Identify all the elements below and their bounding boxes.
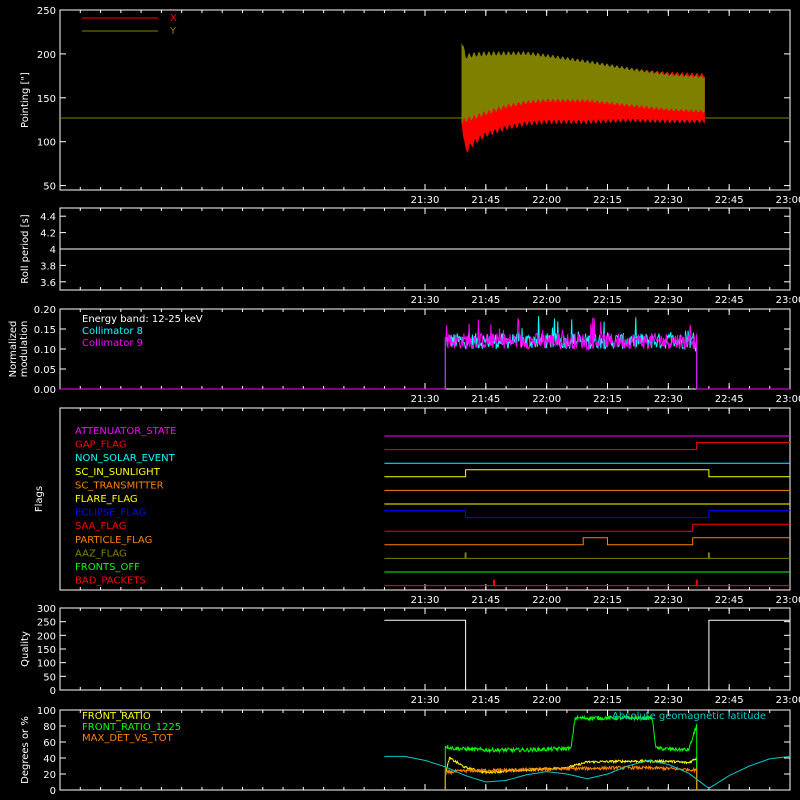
pointing-y-axis-label: Pointing ["] xyxy=(20,72,31,128)
flags-x-tick-label: 22:15 xyxy=(593,595,622,606)
ratios-y-axis-label: Degrees or % xyxy=(20,716,31,784)
modulation-x-tick-label: 22:30 xyxy=(654,394,683,405)
pointing-y-tick-label: 150 xyxy=(37,94,56,105)
pointing-x-tick-label: 23:00 xyxy=(776,195,800,206)
ratio-legend-geomagnetic-latitude: Absolute geomagnetic latitude xyxy=(612,711,766,722)
roll-x-tick-label: 21:30 xyxy=(411,295,440,306)
ratio-legend-front-ratio-1225: FRONT_RATIO_1225 xyxy=(82,722,181,733)
quality-y-tick-label: 250 xyxy=(37,618,56,629)
quality-x-tick-label: 23:00 xyxy=(776,695,800,706)
modulation-x-tick-label: 22:00 xyxy=(532,394,561,405)
quality-y-tick-label: 200 xyxy=(37,631,56,642)
ratios-y-tick-label: 60 xyxy=(43,738,56,749)
flag-label-aaz-flag: AAZ_FLAG xyxy=(75,548,127,559)
modulation-y-tick-label: 0.00 xyxy=(34,385,56,396)
quality-y-tick-label: 0 xyxy=(50,686,56,697)
pointing-y-tick-label: 250 xyxy=(37,6,56,17)
ratios-y-tick-label: 100 xyxy=(37,706,56,717)
modulation-x-tick-label: 21:30 xyxy=(411,394,440,405)
pointing-x-tick-label: 22:30 xyxy=(654,195,683,206)
quality-y-tick-label: 100 xyxy=(37,659,56,670)
quality-y-tick-label: 150 xyxy=(37,645,56,656)
roll-x-tick-label: 22:00 xyxy=(532,295,561,306)
quality-y-tick-label: 50 xyxy=(43,672,56,683)
quality-y-tick-label: 300 xyxy=(37,604,56,615)
roll-y-tick-label: 3.8 xyxy=(40,261,56,272)
flags-x-tick-label: 22:00 xyxy=(532,595,561,606)
quality-x-tick-label: 22:00 xyxy=(532,695,561,706)
quality-x-tick-label: 21:45 xyxy=(471,695,500,706)
modulation-y-tick-label: 0.10 xyxy=(34,345,56,356)
pointing-y-tick-label: 200 xyxy=(37,50,56,61)
ratio-legend-front-ratio: FRONT_RATIO xyxy=(82,711,151,722)
flag-label-sc-transmitter: SC_TRANSMITTER xyxy=(75,480,164,491)
ratios-y-tick-label: 0 xyxy=(50,786,56,797)
ratios-y-tick-label: 20 xyxy=(43,770,56,781)
ratio-legend-max-det-vs-tot: MAX_DET_VS_TOT xyxy=(82,733,174,744)
modulation-y-tick-label: 0.05 xyxy=(34,365,56,376)
flags-x-tick-label: 21:30 xyxy=(411,595,440,606)
roll-x-tick-label: 22:15 xyxy=(593,295,622,306)
pointing-y-tick-label: 100 xyxy=(37,138,56,149)
flag-label-bad-packets: BAD_PACKETS xyxy=(75,576,146,587)
roll-y-tick-label: 4 xyxy=(50,245,56,256)
flags-y-axis-label: Flags xyxy=(34,486,45,512)
modulation-y-tick-label: 0.20 xyxy=(34,305,56,316)
flags-x-tick-label: 23:00 xyxy=(776,595,800,606)
flag-label-sc-in-sunlight: SC_IN_SUNLIGHT xyxy=(75,467,161,478)
roll-x-tick-label: 22:45 xyxy=(715,295,744,306)
flag-label-eclipse-flag: ECLIPSE_FLAG xyxy=(75,508,146,519)
roll-y-tick-label: 3.6 xyxy=(40,278,56,289)
flags-x-tick-label: 22:45 xyxy=(715,595,744,606)
modulation-y-axis-label: modulation xyxy=(19,321,30,378)
pointing-x-tick-label: 22:15 xyxy=(593,195,622,206)
modulation-legend-8: Collimator 8 xyxy=(82,326,143,337)
pointing-x-tick-label: 21:45 xyxy=(471,195,500,206)
flags-x-tick-label: 22:30 xyxy=(654,595,683,606)
modulation-y-tick-label: 0.15 xyxy=(34,325,56,336)
quality-y-axis-label: Quality xyxy=(20,631,31,667)
pointing-x-tick-label: 22:45 xyxy=(715,195,744,206)
modulation-y-axis-label: Normalized xyxy=(8,321,19,378)
roll-y-tick-label: 4.4 xyxy=(40,212,56,223)
roll-y-tick-label: 4.2 xyxy=(40,229,56,240)
ratios-y-tick-label: 40 xyxy=(43,754,56,765)
pointing-x-tick-label: 21:30 xyxy=(411,195,440,206)
modulation-x-tick-label: 21:45 xyxy=(471,394,500,405)
modulation-x-tick-label: 22:45 xyxy=(715,394,744,405)
modulation-energy-annotation: Energy band: 12-25 keV xyxy=(82,314,203,325)
flag-label-attenuator-state: ATTENUATOR_STATE xyxy=(75,426,176,437)
quality-x-tick-label: 21:30 xyxy=(411,695,440,706)
flags-x-tick-label: 21:45 xyxy=(471,595,500,606)
modulation-x-tick-label: 22:15 xyxy=(593,394,622,405)
legend-label-y: Y xyxy=(169,26,177,37)
flag-label-flare-flag: FLARE_FLAG xyxy=(75,494,138,505)
pointing-x-tick-label: 22:00 xyxy=(532,195,561,206)
pointing-y-tick-label: 50 xyxy=(43,182,56,193)
legend-label-x: X xyxy=(170,13,177,24)
quality-x-tick-label: 22:30 xyxy=(654,695,683,706)
ratios-y-tick-label: 80 xyxy=(43,722,56,733)
roll-x-tick-label: 22:30 xyxy=(654,295,683,306)
modulation-x-tick-label: 23:00 xyxy=(776,394,800,405)
flag-label-particle-flag: PARTICLE_FLAG xyxy=(75,535,152,546)
roll-x-tick-label: 23:00 xyxy=(776,295,800,306)
quality-x-tick-label: 22:15 xyxy=(593,695,622,706)
flag-label-saa-flag: SAA_FLAG xyxy=(75,521,126,532)
modulation-legend-9: Collimator 9 xyxy=(82,338,143,349)
flag-label-fronts-off: FRONTS_OFF xyxy=(75,562,140,573)
roll-x-tick-label: 21:45 xyxy=(471,295,500,306)
flag-label-gap-flag: GAP_FLAG xyxy=(75,440,127,451)
roll-y-axis-label: Roll period [s] xyxy=(20,214,31,283)
quality-x-tick-label: 22:45 xyxy=(715,695,744,706)
flag-label-non-solar-event: NON_SOLAR_EVENT xyxy=(75,453,176,464)
rhessi-summary-figure: 21:30 21:45 22:00 22:15 22:30 22:45 23:00 50 100… xyxy=(0,0,800,800)
